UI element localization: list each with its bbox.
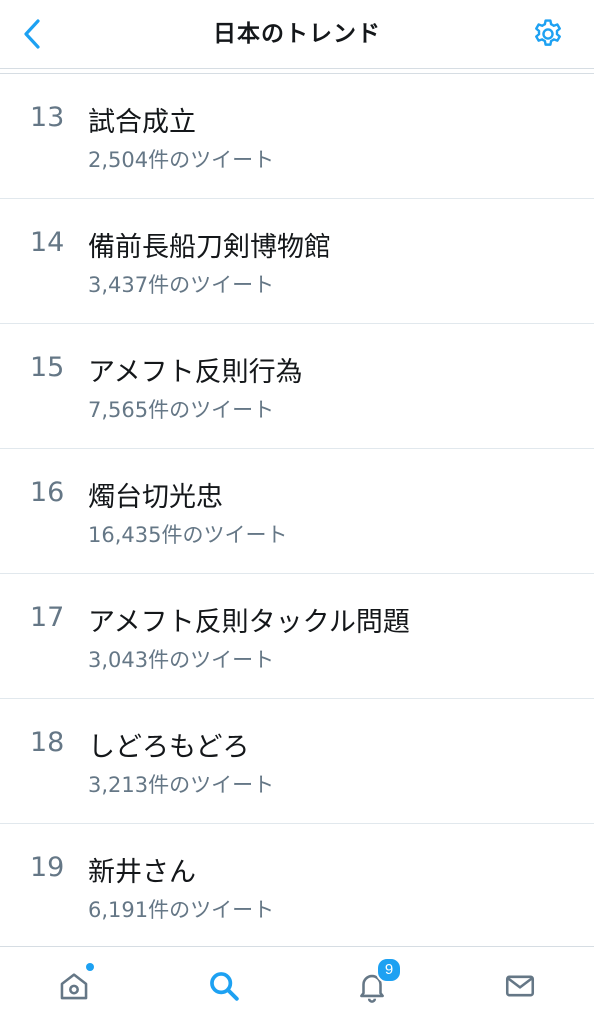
trend-tweet-count: 6,191件のツイート (88, 898, 275, 922)
trend-rank: 15 (30, 352, 65, 383)
trend-item[interactable]: 15 アメフト反則行為 7,565件のツイート (0, 324, 594, 449)
notification-badge: 9 (376, 957, 402, 983)
tab-home[interactable] (50, 963, 98, 1009)
home-icon (60, 973, 88, 1000)
trend-item[interactable]: 18 しどろもどろ 3,213件のツイート (0, 699, 594, 824)
trend-item[interactable]: 16 燭台切光忠 16,435件のツイート (0, 449, 594, 574)
tab-search[interactable] (200, 963, 248, 1009)
trend-name: しどろもどろ (88, 732, 250, 763)
trend-rank: 19 (30, 852, 65, 883)
trend-rank: 16 (30, 477, 65, 508)
trend-rank: 14 (30, 227, 65, 258)
trend-rank: 13 (30, 102, 65, 133)
search-icon (210, 972, 239, 1001)
trend-item[interactable]: 13 試合成立 2,504件のツイート (0, 74, 594, 199)
mail-icon (505, 975, 535, 997)
settings-button[interactable] (528, 14, 568, 54)
trend-name: アメフト反則タックル問題 (88, 607, 410, 638)
new-content-dot (86, 963, 94, 971)
trend-tweet-count: 3,437件のツイート (88, 273, 275, 297)
gear-icon (535, 19, 561, 46)
trend-rank: 18 (30, 727, 65, 758)
tab-notifications[interactable]: 9 (348, 957, 402, 1009)
bottom-tab-bar: 9 (0, 946, 594, 1025)
page-title: 日本のトレンド (213, 21, 381, 47)
trend-name: 備前長船刀剣博物館 (88, 232, 331, 263)
trend-tweet-count: 3,213件のツイート (88, 773, 275, 797)
trend-name: 試合成立 (88, 107, 196, 138)
trend-item[interactable]: 14 備前長船刀剣博物館 3,437件のツイート (0, 199, 594, 324)
trend-list: 13 試合成立 2,504件のツイート 14 備前長船刀剣博物館 3,437件の… (0, 74, 594, 949)
trend-name: 新井さん (88, 857, 196, 888)
trend-name: アメフト反則行為 (88, 357, 303, 388)
tab-messages[interactable] (496, 963, 544, 1009)
trend-item[interactable]: 17 アメフト反則タックル問題 3,043件のツイート (0, 574, 594, 699)
trend-tweet-count: 7,565件のツイート (88, 398, 275, 422)
trend-tweet-count: 16,435件のツイート (88, 523, 288, 547)
top-bar: 日本のトレンド (0, 0, 594, 69)
trend-tweet-count: 2,504件のツイート (88, 148, 275, 172)
trend-rank: 17 (30, 602, 65, 633)
trend-tweet-count: 3,043件のツイート (88, 648, 275, 672)
trend-name: 燭台切光忠 (88, 482, 223, 513)
trend-item[interactable]: 19 新井さん 6,191件のツイート (0, 824, 594, 949)
